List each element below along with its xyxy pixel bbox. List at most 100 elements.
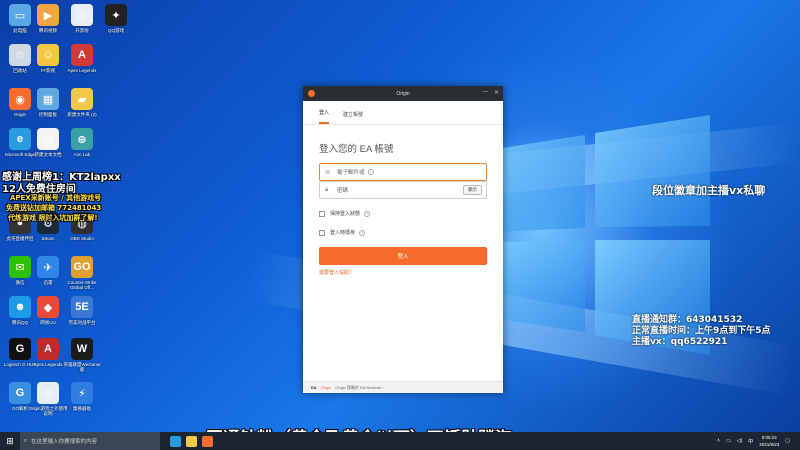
app-icon: ✈ <box>37 256 59 278</box>
info-icon[interactable]: ? <box>367 169 374 175</box>
desktop-icon[interactable]: GO Counter-Strike Global Off... <box>64 256 100 290</box>
origin-footer: EA Origin Origin 隸屬於 EA Network › <box>303 381 503 393</box>
desktop-icon[interactable]: ⊕ Aim Lab <box>64 128 100 157</box>
origin-titlebar[interactable]: Origin — ✕ <box>303 86 503 101</box>
desktop-icon[interactable]: ✦ QQ游戏 <box>98 4 134 33</box>
desktop-icon-label: 英雄联盟WeGame版 <box>63 362 101 372</box>
right-title-overlay: 段位徽章加主播vx私聊 <box>652 184 766 197</box>
login-help-link[interactable]: 需要登入協助？ <box>319 269 354 276</box>
desktop-icon-label: 集换器助 <box>73 406 91 411</box>
show-password-button[interactable]: 顯示 <box>463 185 482 195</box>
desktop-icon[interactable]: ▶ 腾讯视频 <box>30 4 66 33</box>
origin-taskbar-icon[interactable] <box>202 435 213 447</box>
login-heading: 登入您的 EA 帳號 <box>319 144 394 155</box>
app-icon: ☻ <box>9 296 31 318</box>
desktop-icon[interactable]: A Apex Legends <box>30 338 66 367</box>
app-icon: ▶ <box>37 4 59 26</box>
desktop-icon[interactable]: ▦ 控制面板 <box>30 88 66 117</box>
ea-logo: EA <box>311 385 317 390</box>
app-icon: ▰ <box>71 88 93 110</box>
bottom-banner-overlay: 开通钻粉（黄金及黄金以下）双锤骷髅海 <box>206 424 512 432</box>
desktop-icon-label: Aim Lab <box>73 152 91 157</box>
minimize-icon[interactable]: — <box>482 89 488 96</box>
notification-icon[interactable]: ▢ <box>785 438 790 444</box>
folder-taskbar-icon[interactable] <box>186 435 197 447</box>
app-icon: G <box>9 382 31 404</box>
app-icon: ▦ <box>37 88 59 110</box>
footer-network-text[interactable]: Origin 隸屬於 EA Network › <box>335 385 383 391</box>
desktop-icon[interactable]: ◎ 开黑啦 <box>64 4 100 33</box>
desktop: ▭ 此电脑 ▶ 腾讯视频 ◎ 开黑啦 ✦ QQ游戏 ♲ 回收站 ☺ FF影视 A Apex Legends… <box>0 0 800 432</box>
app-icon: ☺ <box>37 44 59 66</box>
desktop-icon[interactable]: ◆ 网易UU <box>30 296 66 325</box>
search-icon: ⌕ <box>24 437 28 444</box>
invisible-label: 登入時隱身 <box>330 230 356 236</box>
info-icon[interactable]: ? <box>364 210 371 217</box>
app-icon: A <box>71 44 93 66</box>
desktop-icon[interactable]: ▰ 新建文件夹 (2) <box>64 88 100 117</box>
email-placeholder: 電子郵件或 <box>337 170 365 176</box>
desktop-icon-label: 新建文件夹 (2) <box>67 112 97 117</box>
desktop-icon-label: OBS Studio <box>70 236 94 241</box>
remember-checkbox[interactable] <box>319 210 325 217</box>
app-icon: ⊕ <box>71 128 93 150</box>
taskbar-search[interactable]: ⌕ 在这里输入你要搜索的内容 <box>20 432 160 450</box>
clock[interactable]: 9:05:24 2021/8/23 <box>759 434 779 448</box>
origin-login-window: Origin — ✕ 登入 建立帳號 登入您的 EA 帳號 ✉ 電子郵件或 ? … <box>303 86 503 393</box>
app-icon: ✦ <box>105 4 127 26</box>
tab-create-account[interactable]: 建立帳號 <box>343 111 363 124</box>
close-icon[interactable]: ✕ <box>494 89 499 96</box>
desktop-icon[interactable]: ⚡ 集换器助 <box>64 382 100 411</box>
host-vx-overlay: 主播vx：qq6522921 <box>632 337 728 347</box>
app-icon: ▤ <box>37 128 59 150</box>
desktop-icon[interactable]: ◎ Origin游戏之外使用说明 <box>28 382 68 416</box>
clock-time: 9:05:24 <box>761 435 777 440</box>
origin-footer-logo: Origin <box>320 385 332 390</box>
remember-checkbox-row[interactable]: 保持登入狀態 ? <box>319 210 371 217</box>
password-placeholder: 密碼 <box>337 188 349 194</box>
promo-line-2: 免费送钻加邮箱 772481043 <box>6 204 102 212</box>
edge-taskbar-icon[interactable] <box>170 435 181 447</box>
app-icon: e <box>9 128 31 150</box>
invisible-checkbox-row[interactable]: 登入時隱身 ? <box>319 229 366 236</box>
clock-date: 2021/8/23 <box>759 442 780 447</box>
desktop-icon-label: QQ游戏 <box>107 28 124 33</box>
envelope-icon: ✉ <box>325 169 331 176</box>
password-field[interactable]: 🔒︎ 密碼 顯示 <box>319 181 487 199</box>
lock-icon: 🔒︎ <box>325 186 329 193</box>
app-icon: G <box>9 338 31 360</box>
login-button[interactable]: 登入 <box>319 247 487 265</box>
desktop-icon[interactable]: ☺ FF影视 <box>30 44 66 73</box>
desktop-icon[interactable]: A Apex Legends <box>64 44 100 73</box>
desktop-icon-label: 完美对战平台 <box>68 320 96 325</box>
promo-line-1: APEX采新账号 / 其他游戏号 <box>10 194 102 202</box>
app-icon: ▭ <box>9 4 31 26</box>
app-icon: A <box>37 338 59 360</box>
desktop-icon[interactable]: ▤ 新建文本文档 <box>30 128 66 157</box>
info-icon[interactable]: ? <box>359 229 366 236</box>
app-icon: ◆ <box>37 296 59 318</box>
email-field[interactable]: ✉ 電子郵件或 ? <box>319 163 487 181</box>
app-icon: W <box>71 338 93 360</box>
ime-language[interactable]: 中 <box>748 438 753 445</box>
app-icon: ⚡ <box>71 382 93 404</box>
app-icon: ◎ <box>37 382 59 404</box>
volume-icon[interactable]: ◁) <box>737 438 743 444</box>
invisible-checkbox[interactable] <box>319 229 325 236</box>
app-icon: 5E <box>71 296 93 318</box>
network-icon[interactable]: ▭ <box>726 438 731 444</box>
windows-start-icon[interactable]: ⊞ <box>0 432 20 450</box>
system-tray: ˄ ▭ ◁) 中 9:05:24 2021/8/23 ▢ <box>717 434 790 448</box>
remember-label: 保持登入狀態 <box>330 211 361 217</box>
login-tabs: 登入 建立帳號 <box>303 101 503 125</box>
desktop-icon[interactable]: 5E 完美对战平台 <box>64 296 100 325</box>
taskbar: ⊞ ⌕ 在这里输入你要搜索的内容 ˄ ▭ ◁) 中 9:05:24 2021/8… <box>0 432 800 450</box>
window-title: Origin <box>396 90 410 97</box>
app-icon: GO <box>71 256 93 278</box>
promo-line-3: 代练游戏 限时入坑加群了解! <box>8 214 98 222</box>
desktop-icon[interactable]: ✈ 迅雷 <box>30 256 66 285</box>
tab-login[interactable]: 登入 <box>319 109 330 124</box>
app-icon: ♲ <box>9 44 31 66</box>
up-arrow-icon[interactable]: ˄ <box>717 438 720 444</box>
desktop-icon[interactable]: W 英雄联盟WeGame版 <box>64 338 100 372</box>
